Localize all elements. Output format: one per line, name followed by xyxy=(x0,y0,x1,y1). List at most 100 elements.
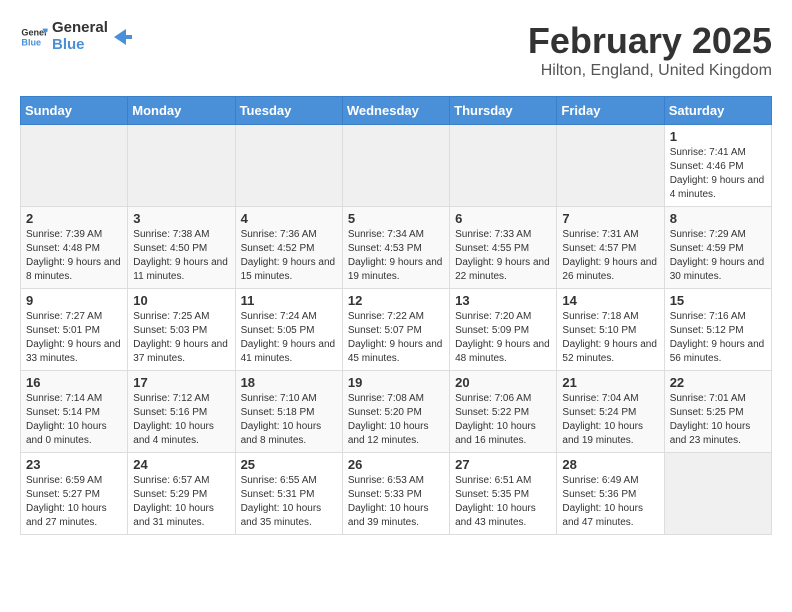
day-info: Sunrise: 7:39 AMSunset: 4:48 PMDaylight:… xyxy=(26,228,122,284)
cell-week1-day3 xyxy=(342,125,449,207)
day-info: Sunrise: 7:22 AMSunset: 5:07 PMDaylight:… xyxy=(348,310,444,366)
day-number: 28 xyxy=(562,457,658,472)
day-info: Sunrise: 7:20 AMSunset: 5:09 PMDaylight:… xyxy=(455,310,551,366)
day-info: Sunrise: 6:55 AMSunset: 5:31 PMDaylight:… xyxy=(241,474,337,530)
day-info: Sunrise: 7:36 AMSunset: 4:52 PMDaylight:… xyxy=(241,228,337,284)
day-number: 26 xyxy=(348,457,444,472)
cell-week3-day1: 10 Sunrise: 7:25 AMSunset: 5:03 PMDayligh… xyxy=(128,289,235,371)
day-info: Sunrise: 7:12 AMSunset: 5:16 PMDaylight:… xyxy=(133,392,229,448)
header-wednesday: Wednesday xyxy=(342,97,449,125)
svg-text:Blue: Blue xyxy=(21,37,41,47)
cell-week4-day6: 22Sunrise: 7:01 AMSunset: 5:25 PMDayligh… xyxy=(664,371,771,453)
logo-arrow-icon xyxy=(112,27,132,47)
header-monday: Monday xyxy=(128,97,235,125)
calendar-table: Sunday Monday Tuesday Wednesday Thursday… xyxy=(20,96,772,535)
day-number: 21 xyxy=(562,375,658,390)
day-number: 13 xyxy=(455,293,551,308)
day-number: 2 xyxy=(26,211,122,226)
cell-week1-day0 xyxy=(21,125,128,207)
cell-week3-day6: 15 Sunrise: 7:16 AMSunset: 5:12 PMDayligh… xyxy=(664,289,771,371)
logo-blue-text: Blue xyxy=(52,37,108,54)
day-number: 1 xyxy=(670,129,766,144)
day-number: 25 xyxy=(241,457,337,472)
calendar-header-row: Sunday Monday Tuesday Wednesday Thursday… xyxy=(21,97,772,125)
cell-week1-day5 xyxy=(557,125,664,207)
day-number: 4 xyxy=(241,211,337,226)
logo-general-text: General xyxy=(52,20,108,37)
day-number: 22 xyxy=(670,375,766,390)
day-number: 15 xyxy=(670,293,766,308)
day-number: 11 xyxy=(241,293,337,308)
week-row-2: 2 Sunrise: 7:39 AMSunset: 4:48 PMDaylight… xyxy=(21,207,772,289)
cell-week2-day6: 8Sunrise: 7:29 AMSunset: 4:59 PMDaylight… xyxy=(664,207,771,289)
day-info: Sunrise: 7:18 AMSunset: 5:10 PMDaylight:… xyxy=(562,310,658,366)
cell-week2-day3: 5Sunrise: 7:34 AMSunset: 4:53 PMDaylight… xyxy=(342,207,449,289)
day-info: Sunrise: 7:33 AMSunset: 4:55 PMDaylight:… xyxy=(455,228,551,284)
cell-week4-day3: 19 Sunrise: 7:08 AMSunset: 5:20 PMDayligh… xyxy=(342,371,449,453)
cell-week1-day6: 1 Sunrise: 7:41 AMSunset: 4:46 PMDaylight… xyxy=(664,125,771,207)
cell-week1-day2 xyxy=(235,125,342,207)
logo: General Blue General Blue xyxy=(20,20,132,53)
day-number: 12 xyxy=(348,293,444,308)
day-info: Sunrise: 6:57 AMSunset: 5:29 PMDaylight:… xyxy=(133,474,229,530)
day-info: Sunrise: 6:59 AMSunset: 5:27 PMDaylight:… xyxy=(26,474,122,530)
day-number: 19 xyxy=(348,375,444,390)
cell-week4-day4: 20 Sunrise: 7:06 AMSunset: 5:22 PMDayligh… xyxy=(450,371,557,453)
header-thursday: Thursday xyxy=(450,97,557,125)
day-number: 6 xyxy=(455,211,551,226)
day-info: Sunrise: 6:51 AMSunset: 5:35 PMDaylight:… xyxy=(455,474,551,530)
day-info: Sunrise: 7:04 AMSunset: 5:24 PMDaylight:… xyxy=(562,392,658,448)
day-info: Sunrise: 7:27 AMSunset: 5:01 PMDaylight:… xyxy=(26,310,122,366)
cell-week3-day4: 13 Sunrise: 7:20 AMSunset: 5:09 PMDayligh… xyxy=(450,289,557,371)
header-saturday: Saturday xyxy=(664,97,771,125)
cell-week4-day0: 16Sunrise: 7:14 AMSunset: 5:14 PMDayligh… xyxy=(21,371,128,453)
cell-week2-day4: 6 Sunrise: 7:33 AMSunset: 4:55 PMDaylight… xyxy=(450,207,557,289)
title-area: February 2025 Hilton, England, United Ki… xyxy=(528,20,772,80)
day-number: 14 xyxy=(562,293,658,308)
cell-week5-day4: 27 Sunrise: 6:51 AMSunset: 5:35 PMDayligh… xyxy=(450,453,557,535)
day-info: Sunrise: 7:31 AMSunset: 4:57 PMDaylight:… xyxy=(562,228,658,284)
cell-week1-day1 xyxy=(128,125,235,207)
location-title: Hilton, England, United Kingdom xyxy=(528,62,772,80)
month-title: February 2025 xyxy=(528,20,772,62)
cell-week5-day1: 24 Sunrise: 6:57 AMSunset: 5:29 PMDayligh… xyxy=(128,453,235,535)
day-number: 18 xyxy=(241,375,337,390)
day-info: Sunrise: 7:16 AMSunset: 5:12 PMDaylight:… xyxy=(670,310,766,366)
day-info: Sunrise: 7:25 AMSunset: 5:03 PMDaylight:… xyxy=(133,310,229,366)
week-row-1: 1 Sunrise: 7:41 AMSunset: 4:46 PMDaylight… xyxy=(21,125,772,207)
day-info: Sunrise: 6:49 AMSunset: 5:36 PMDaylight:… xyxy=(562,474,658,530)
day-number: 27 xyxy=(455,457,551,472)
cell-week4-day1: 17 Sunrise: 7:12 AMSunset: 5:16 PMDayligh… xyxy=(128,371,235,453)
day-number: 9 xyxy=(26,293,122,308)
cell-week2-day5: 7 Sunrise: 7:31 AMSunset: 4:57 PMDaylight… xyxy=(557,207,664,289)
day-number: 24 xyxy=(133,457,229,472)
week-row-5: 23 Sunrise: 6:59 AMSunset: 5:27 PMDayligh… xyxy=(21,453,772,535)
cell-week4-day5: 21 Sunrise: 7:04 AMSunset: 5:24 PMDayligh… xyxy=(557,371,664,453)
cell-week1-day4 xyxy=(450,125,557,207)
day-number: 7 xyxy=(562,211,658,226)
week-row-3: 9 Sunrise: 7:27 AMSunset: 5:01 PMDaylight… xyxy=(21,289,772,371)
header-sunday: Sunday xyxy=(21,97,128,125)
day-info: Sunrise: 7:06 AMSunset: 5:22 PMDaylight:… xyxy=(455,392,551,448)
cell-week5-day0: 23 Sunrise: 6:59 AMSunset: 5:27 PMDayligh… xyxy=(21,453,128,535)
page-header: General Blue General Blue February 2025 … xyxy=(20,20,772,80)
day-number: 10 xyxy=(133,293,229,308)
week-row-4: 16Sunrise: 7:14 AMSunset: 5:14 PMDayligh… xyxy=(21,371,772,453)
cell-week3-day0: 9 Sunrise: 7:27 AMSunset: 5:01 PMDaylight… xyxy=(21,289,128,371)
day-number: 8 xyxy=(670,211,766,226)
logo-icon: General Blue xyxy=(20,23,48,51)
header-tuesday: Tuesday xyxy=(235,97,342,125)
cell-week5-day6 xyxy=(664,453,771,535)
cell-week3-day2: 11Sunrise: 7:24 AMSunset: 5:05 PMDayligh… xyxy=(235,289,342,371)
cell-week3-day3: 12 Sunrise: 7:22 AMSunset: 5:07 PMDayligh… xyxy=(342,289,449,371)
day-number: 17 xyxy=(133,375,229,390)
day-info: Sunrise: 7:41 AMSunset: 4:46 PMDaylight:… xyxy=(670,146,766,202)
day-number: 20 xyxy=(455,375,551,390)
day-number: 23 xyxy=(26,457,122,472)
cell-week3-day5: 14 Sunrise: 7:18 AMSunset: 5:10 PMDayligh… xyxy=(557,289,664,371)
day-info: Sunrise: 7:08 AMSunset: 5:20 PMDaylight:… xyxy=(348,392,444,448)
cell-week2-day0: 2 Sunrise: 7:39 AMSunset: 4:48 PMDaylight… xyxy=(21,207,128,289)
day-number: 3 xyxy=(133,211,229,226)
day-info: Sunrise: 7:14 AMSunset: 5:14 PMDaylight:… xyxy=(26,392,122,448)
cell-week2-day1: 3Sunrise: 7:38 AMSunset: 4:50 PMDaylight… xyxy=(128,207,235,289)
